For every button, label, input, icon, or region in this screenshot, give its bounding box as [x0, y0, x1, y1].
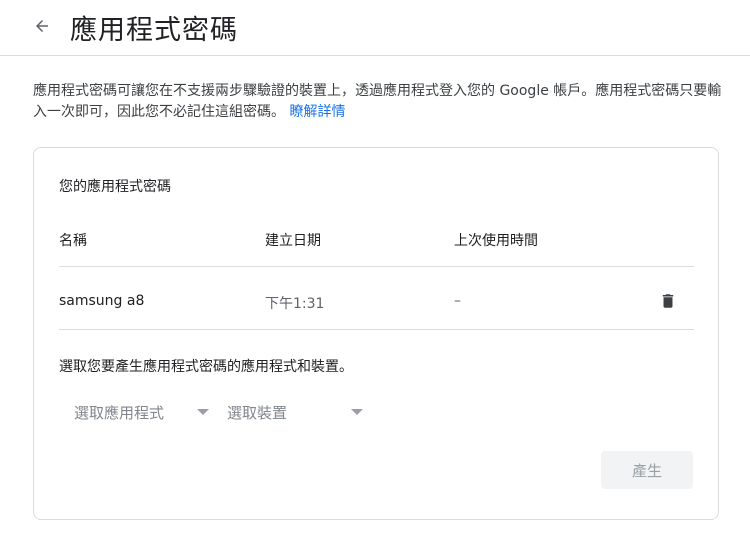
description: 應用程式密碼可讓您在不支援兩步驟驗證的裝置上，透過應用程式登入您的 Google…	[33, 81, 723, 123]
row-created: 下午1:31	[265, 296, 325, 312]
dropdown-arrow-icon	[197, 409, 209, 415]
generate-button[interactable]: 產生	[601, 451, 693, 489]
table-row: samsung a8 下午1:31 –	[34, 267, 720, 329]
select-app-dropdown[interactable]: 選取應用程式	[74, 398, 209, 426]
column-header-name: 名稱	[59, 233, 87, 249]
column-header-last-used: 上次使用時間	[454, 233, 538, 249]
select-prompt: 選取您要產生應用程式密碼的應用程式和裝置。	[59, 359, 353, 375]
back-button[interactable]	[30, 14, 54, 38]
row-name: samsung a8	[59, 293, 145, 309]
page-title: 應用程式密碼	[70, 15, 238, 46]
arrow-back-icon	[36, 20, 48, 32]
row-last-used: –	[454, 293, 461, 309]
app-passwords-card: 您的應用程式密碼 名稱 建立日期 上次使用時間 samsung a8 下午1:3…	[33, 147, 719, 520]
description-text: 應用程式密碼可讓您在不支援兩步驟驗證的裝置上，透過應用程式登入您的 Google…	[33, 83, 722, 120]
trash-icon	[662, 294, 674, 308]
dropdown-arrow-icon	[351, 409, 363, 415]
page-header: 應用程式密碼	[0, 0, 750, 56]
select-device-dropdown[interactable]: 選取裝置	[227, 398, 363, 426]
delete-password-button[interactable]	[658, 290, 678, 312]
column-header-created: 建立日期	[265, 233, 321, 249]
learn-more-link[interactable]: 瞭解詳情	[289, 104, 345, 120]
table-divider	[59, 329, 694, 330]
card-title: 您的應用程式密碼	[59, 179, 171, 195]
select-app-value: 選取應用程式	[74, 403, 165, 422]
select-device-value: 選取裝置	[227, 403, 288, 422]
